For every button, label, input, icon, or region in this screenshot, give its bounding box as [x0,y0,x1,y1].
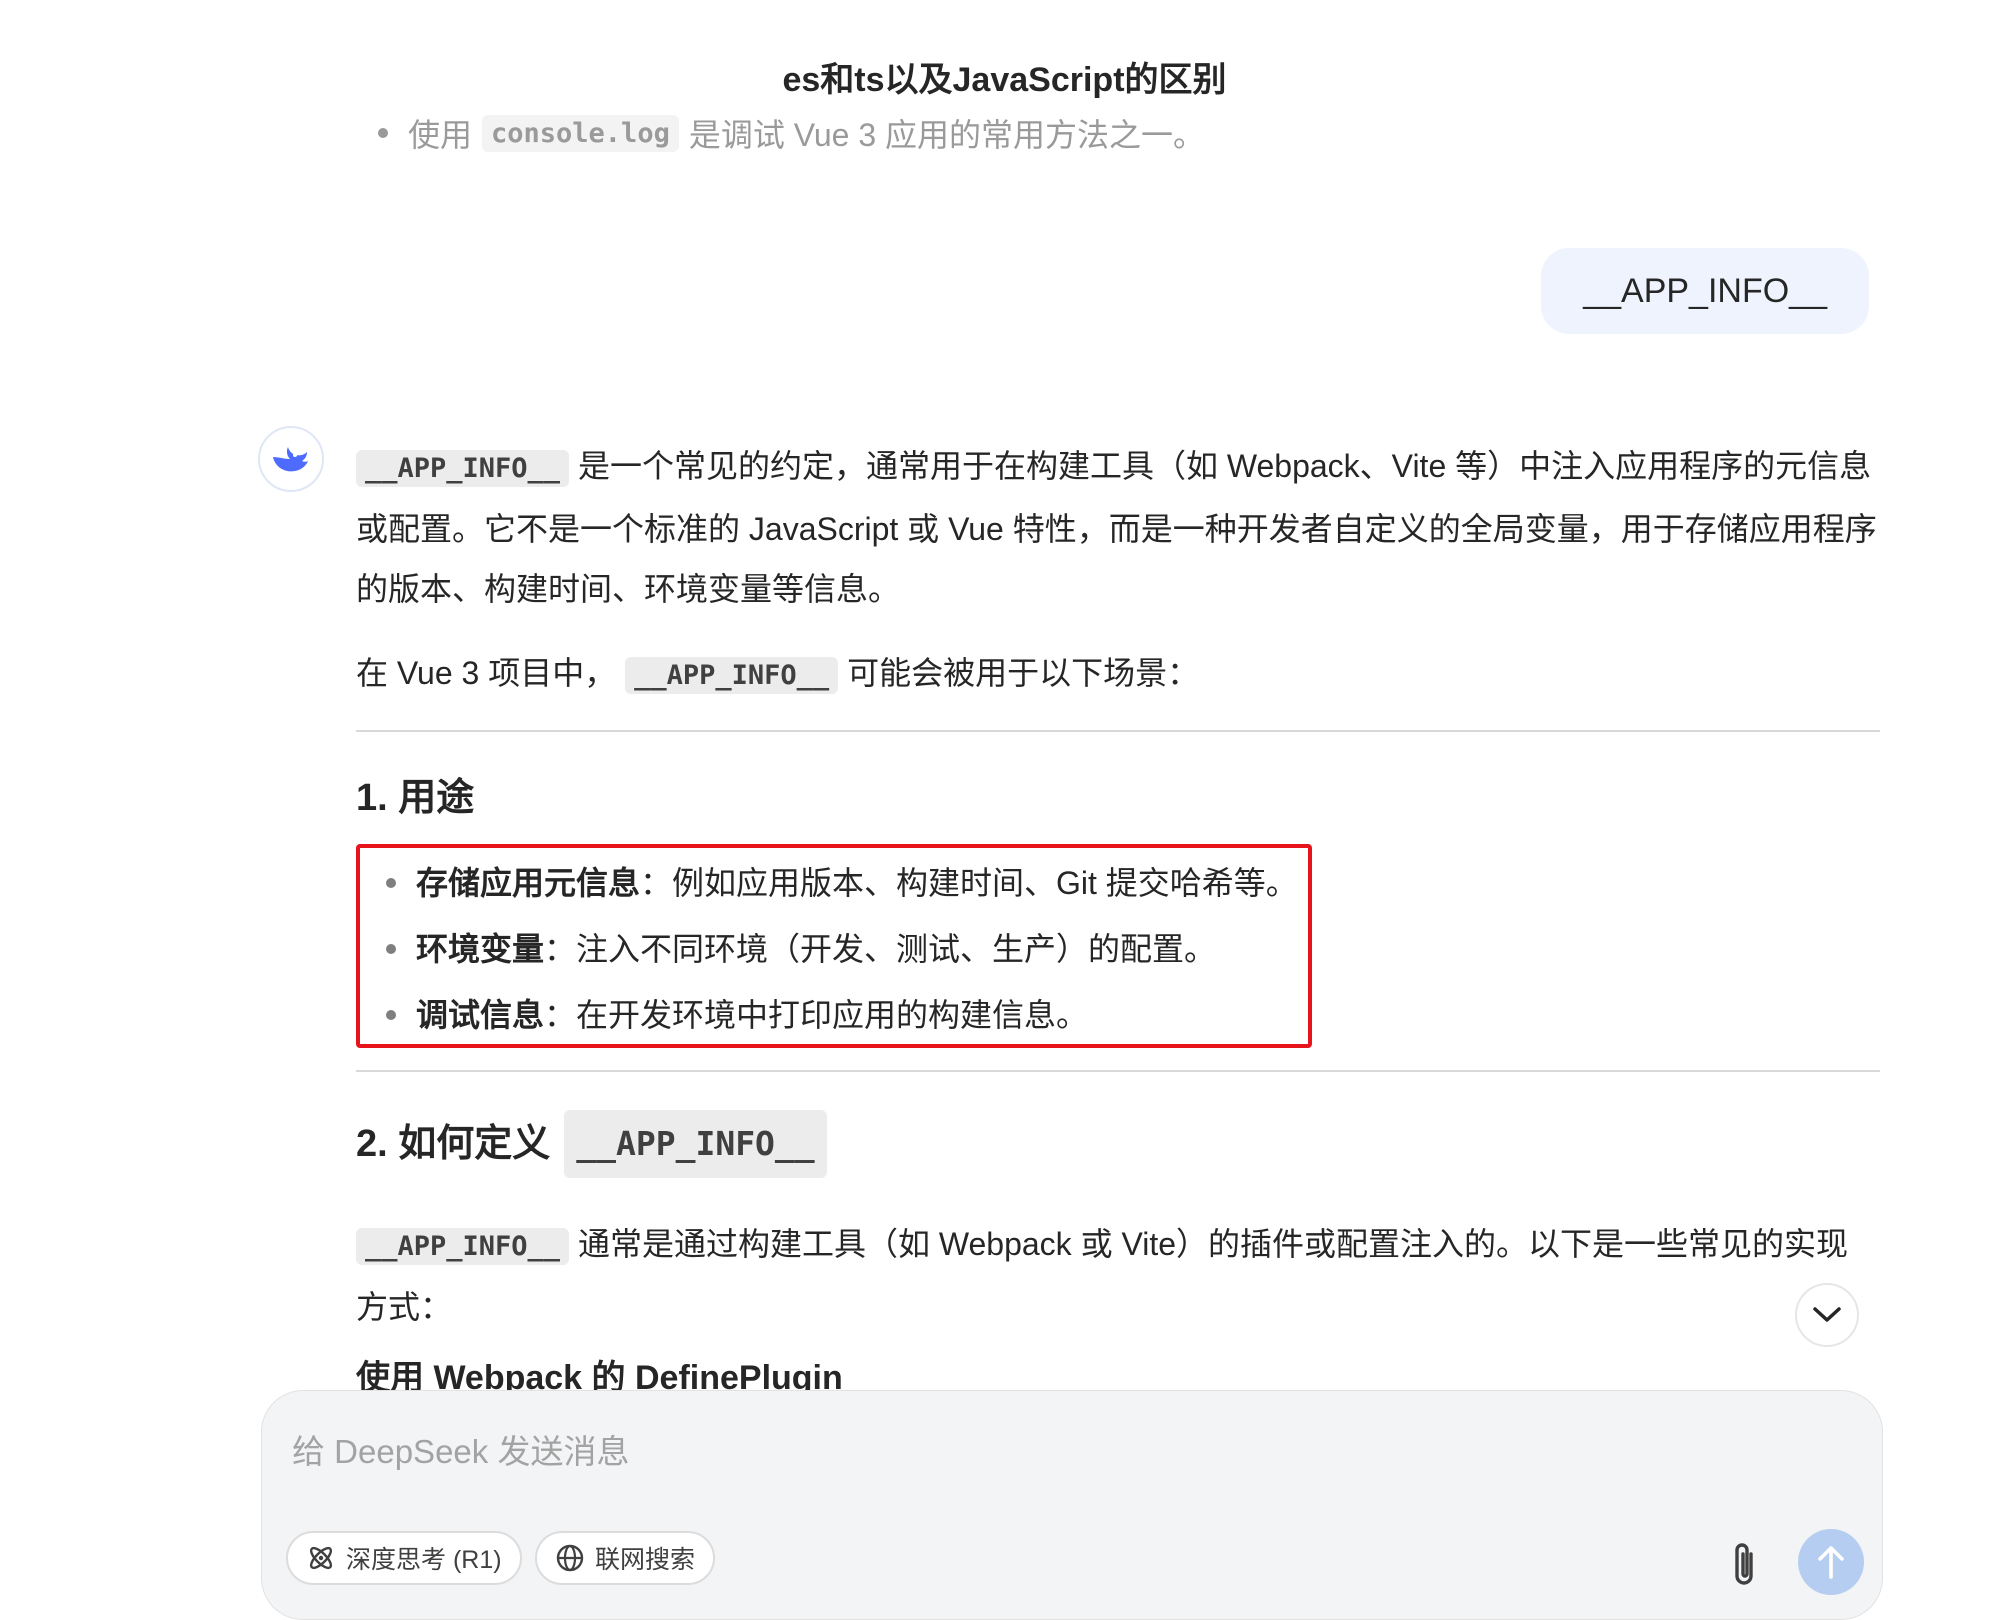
assistant-avatar [258,426,324,492]
bullet [386,878,396,888]
inline-code: __APP_INFO__ [564,1110,827,1178]
list-item-bold: 环境变量 [416,931,545,967]
deep-think-toggle[interactable]: 深度思考 (R1) [286,1531,522,1585]
bullet [386,944,396,954]
section-heading-definition: 2. 如何定义 __APP_INFO__ [356,1110,1880,1178]
answer-paragraph-1: __APP_INFO__ 是一个常见的约定，通常用于在构建工具（如 Webpac… [356,436,1880,619]
chevron-down-icon [1813,1307,1841,1322]
deep-think-label: 深度思考 (R1) [346,1546,502,1574]
paperclip-icon [1735,1543,1753,1585]
arrow-up-icon [1818,1546,1844,1579]
previous-text-after: 是调试 Vue 3 应用的常用方法之一。 [688,117,1206,153]
deepseek-logo-icon [273,447,308,472]
list-item-text: ：在开发环境中打印应用的构建信息。 [544,997,1089,1033]
message-composer: 深度思考 (R1) 联网搜索 [261,1390,1883,1620]
answer-paragraph-1-text: 是一个常见的约定，通常用于在构建工具（如 Webpack、Vite 等）中注入应… [356,448,1877,607]
bullet [386,1010,396,1020]
answer-paragraph-2-before: 在 Vue 3 项目中， [356,655,617,691]
list-item: 调试信息 ：在开发环境中打印应用的构建信息。 [360,982,1308,1048]
inline-code: __APP_INFO__ [625,657,839,694]
attach-file-button[interactable] [1722,1537,1766,1593]
inline-code: console.log [482,114,679,152]
section-heading-text: 2. 如何定义 [356,1123,551,1165]
answer-paragraph-3: __APP_INFO__ 通常是通过构建工具（如 Webpack 或 Vite）… [356,1214,1880,1337]
answer-paragraph-2: 在 Vue 3 项目中， __APP_INFO__ 可能会被用于以下场景： [356,643,1880,706]
previous-text-before: 使用 [408,117,473,153]
list-item-bold: 调试信息 [416,997,545,1033]
usage-list: 存储应用元信息 ：例如应用版本、构建时间、Git 提交哈希等。 环境变量 ：注入… [360,850,1308,1048]
previous-message-item: 使用 console.log 是调试 Vue 3 应用的常用方法之一。 [378,110,1205,156]
scroll-to-bottom-button[interactable] [1795,1283,1859,1347]
list-item-text: ：例如应用版本、构建时间、Git 提交哈希等。 [640,865,1298,901]
bullet [378,128,388,138]
atom-icon [309,1546,333,1570]
inline-code: __APP_INFO__ [356,1228,570,1265]
list-item: 存储应用元信息 ：例如应用版本、构建时间、Git 提交哈希等。 [360,850,1308,916]
user-message-bubble: __APP_INFO__ [1541,248,1869,334]
message-input[interactable] [290,1411,1854,1493]
user-message-text: __APP_INFO__ [1583,271,1827,310]
divider [356,730,1880,732]
section-heading-usage: 1. 用途 [356,777,475,819]
divider [356,1070,1880,1072]
globe-icon [556,1544,584,1572]
web-search-label: 联网搜索 [595,1546,696,1574]
assistant-answer: __APP_INFO__ 是一个常见的约定，通常用于在构建工具（如 Webpac… [356,436,1880,1337]
web-search-toggle[interactable]: 联网搜索 [535,1531,716,1585]
list-item-text: ：注入不同环境（开发、测试、生产）的配置。 [544,931,1217,967]
inline-code: __APP_INFO__ [356,450,570,487]
list-item: 环境变量 ：注入不同环境（开发、测试、生产）的配置。 [360,916,1308,982]
highlight-box: 存储应用元信息 ：例如应用版本、构建时间、Git 提交哈希等。 环境变量 ：注入… [356,844,1312,1048]
page-title: es和ts以及JavaScript的区别 [782,61,1227,99]
send-button[interactable] [1798,1529,1864,1595]
answer-paragraph-3-text: 通常是通过构建工具（如 Webpack 或 Vite）的插件或配置注入的。以下是… [356,1226,1849,1325]
list-item-bold: 存储应用元信息 [416,865,641,901]
answer-paragraph-2-after: 可能会被用于以下场景： [847,655,1200,691]
